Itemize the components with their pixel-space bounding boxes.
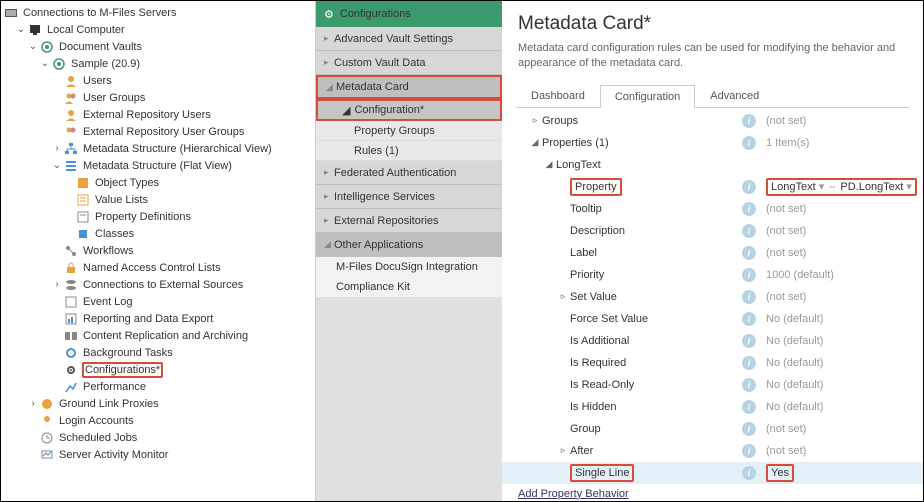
prop-label[interactable]: Labeli(not set) [502, 242, 923, 264]
tree-extrepousers[interactable]: External Repository Users [1, 106, 315, 123]
link-icon: ⇔ [827, 181, 837, 192]
mid-otherapps[interactable]: ◢Other Applications [316, 233, 502, 257]
mid-docusign[interactable]: M-Files DocuSign Integration [316, 257, 502, 277]
mid-advvault[interactable]: ▸Advanced Vault Settings [316, 27, 502, 51]
mid-propgroups[interactable]: Property Groups [316, 121, 502, 141]
tree-glp[interactable]: ›Ground Link Proxies [1, 395, 315, 412]
tree-connext[interactable]: ›Connections to External Sources [1, 276, 315, 293]
gear-icon [63, 362, 79, 378]
hierarchy-icon [63, 141, 79, 157]
tree-eventlog[interactable]: Event Log [1, 293, 315, 310]
clock-icon [39, 430, 55, 446]
tab-configuration[interactable]: Configuration [600, 85, 695, 108]
tree-usergroups[interactable]: User Groups [1, 89, 315, 106]
tree-workflows[interactable]: Workflows [1, 242, 315, 259]
tree-schedjobs[interactable]: Scheduled Jobs [1, 429, 315, 446]
mid-panel: ⚙Configurations ▸Advanced Vault Settings… [316, 1, 502, 501]
tree-objtypes[interactable]: Object Types [1, 174, 315, 191]
tree-bgtasks[interactable]: Background Tasks [1, 344, 315, 361]
prop-group[interactable]: Groupi(not set) [502, 418, 923, 440]
tree-root[interactable]: Connections to M-Files Servers [1, 4, 315, 21]
tree-local[interactable]: ⌄Local Computer [1, 21, 315, 38]
tree-loginacc[interactable]: Login Accounts [1, 412, 315, 429]
tab-advanced[interactable]: Advanced [695, 84, 774, 107]
left-tree: Connections to M-Files Servers ⌄Local Co… [1, 1, 316, 501]
prop-tooltip[interactable]: Tooltipi(not set) [502, 198, 923, 220]
add-property-behavior[interactable]: Add Property Behavior [502, 484, 923, 501]
tree-nacl[interactable]: Named Access Control Lists [1, 259, 315, 276]
users-icon [63, 90, 79, 106]
prop-groups[interactable]: ▹Groupsi(not set) [502, 110, 923, 132]
mid-extrepo[interactable]: ▸External Repositories [316, 209, 502, 233]
tree-perf[interactable]: Performance [1, 378, 315, 395]
prop-longtext[interactable]: ◢LongText [502, 154, 923, 176]
prop-forcesv[interactable]: Force Set ValueiNo (default) [502, 308, 923, 330]
prop-ishid[interactable]: Is HiddeniNo (default) [502, 396, 923, 418]
tree-metaflat[interactable]: ⌄Metadata Structure (Flat View) [1, 157, 315, 174]
lock-icon [63, 260, 79, 276]
mid-rules[interactable]: Rules (1) [316, 141, 502, 161]
prop-description[interactable]: Descriptioni(not set) [502, 220, 923, 242]
tree-configs[interactable]: Configurations* [1, 361, 315, 378]
prop-isro[interactable]: Is Read-OnlyiNo (default) [502, 374, 923, 396]
gear-icon: ⚙ [324, 8, 334, 21]
tree-propdefs[interactable]: Property Definitions [1, 208, 315, 225]
mid-intel[interactable]: ▸Intelligence Services [316, 185, 502, 209]
prop-after[interactable]: ▹Afteri(not set) [502, 440, 923, 462]
workflow-icon [63, 243, 79, 259]
tabs: Dashboard Configuration Advanced [516, 84, 909, 108]
mid-mc[interactable]: ◢Metadata Card [316, 75, 502, 99]
tree-docvault[interactable]: ⌄Document Vaults [1, 38, 315, 55]
tree-classes[interactable]: Classes [1, 225, 315, 242]
prop-priority[interactable]: Priorityi1000 (default) [502, 264, 923, 286]
info-icon: i [742, 114, 756, 128]
tree-users[interactable]: Users [1, 72, 315, 89]
tree-contentrepl[interactable]: Content Replication and Archiving [1, 327, 315, 344]
tree-extrepogroups[interactable]: External Repository User Groups [1, 123, 315, 140]
tab-dashboard[interactable]: Dashboard [516, 84, 600, 107]
prop-isreq[interactable]: Is RequirediNo (default) [502, 352, 923, 374]
prop-setvalue[interactable]: ▹Set Valuei(not set) [502, 286, 923, 308]
gear-icon [63, 345, 79, 361]
prop-property[interactable]: PropertyiLongText ▾ ⇔ PD.LongText ▾ [502, 176, 923, 198]
mid-cvd[interactable]: ▸Custom Vault Data [316, 51, 502, 75]
tree-report[interactable]: Reporting and Data Export [1, 310, 315, 327]
mid-compliance[interactable]: Compliance Kit [316, 277, 502, 297]
user-icon [63, 73, 79, 89]
list-icon [63, 158, 79, 174]
tree-metahier[interactable]: ›Metadata Structure (Hierarchical View) [1, 140, 315, 157]
prop-singleline[interactable]: Single LineiYes [502, 462, 923, 484]
prop-properties[interactable]: ◢Properties (1)i1 Item(s) [502, 132, 923, 154]
mid-fedauth[interactable]: ▸Federated Authentication [316, 161, 502, 185]
mid-config[interactable]: ◢Configuration* [316, 99, 502, 121]
tree-valuelists[interactable]: Value Lists [1, 191, 315, 208]
right-panel: Metadata Card* Metadata card configurati… [502, 1, 923, 501]
page-desc: Metadata card configuration rules can be… [518, 41, 907, 72]
tree-sam[interactable]: Server Activity Monitor [1, 446, 315, 463]
mid-header: ⚙Configurations [316, 1, 502, 27]
prop-isadd[interactable]: Is AdditionaliNo (default) [502, 330, 923, 352]
tree-sample[interactable]: ⌄Sample (20.9) [1, 55, 315, 72]
page-title: Metadata Card* [518, 13, 907, 35]
